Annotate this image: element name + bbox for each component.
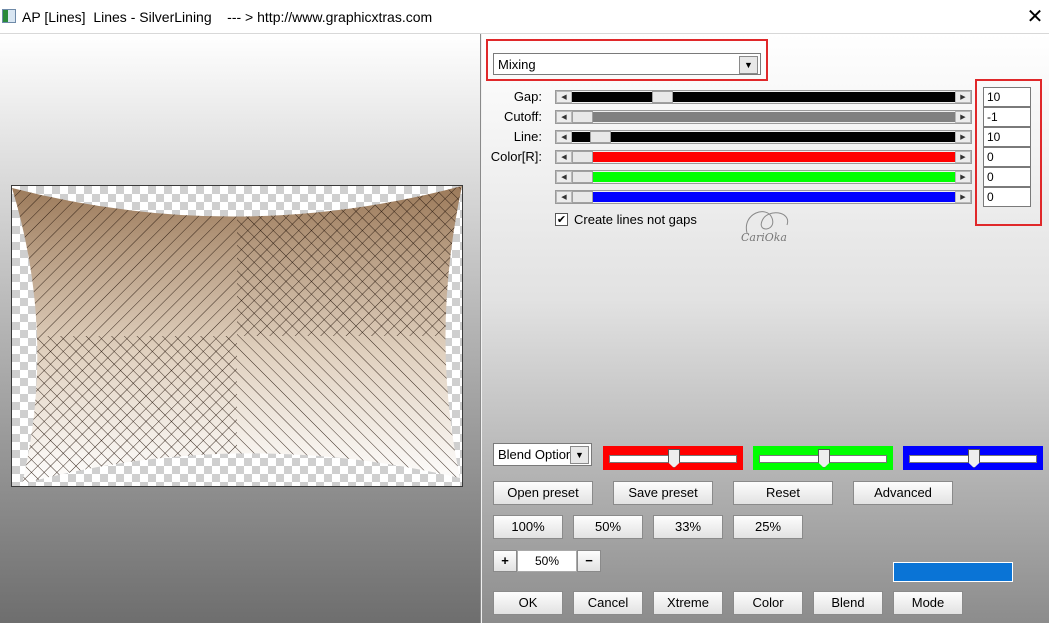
chevron-left-icon[interactable]: ◀	[556, 191, 572, 203]
color-swatch[interactable]	[893, 562, 1013, 582]
slider-label: Color[R]:	[490, 149, 542, 164]
chevron-left-icon[interactable]: ◀	[556, 111, 572, 123]
blend-color-slider[interactable]	[753, 446, 893, 470]
slider-bar[interactable]: ◀ ▶	[555, 150, 972, 164]
chevron-left-icon[interactable]: ◀	[556, 151, 572, 163]
advanced-button[interactable]: Advanced	[853, 481, 953, 505]
watermark-text: CariOka	[741, 231, 787, 244]
slider-thumb[interactable]	[590, 131, 611, 143]
watermark-signature: CariOka	[737, 203, 807, 251]
slider-track	[593, 172, 955, 182]
chevron-right-icon[interactable]: ▶	[955, 111, 971, 123]
slider-thumb[interactable]	[572, 111, 593, 123]
values-highlight	[975, 79, 1042, 226]
slider-track	[611, 132, 955, 142]
window-title: AP [Lines] Lines - SilverLining --- > ht…	[22, 9, 433, 25]
mode-dropdown-value: Mixing	[498, 57, 536, 72]
slider-track	[572, 132, 590, 142]
create-lines-checkbox[interactable]: ✔	[555, 213, 568, 226]
blend-button[interactable]: Blend	[813, 591, 883, 615]
slider-bar[interactable]: ◀ ▶	[555, 90, 972, 104]
zoom-100-button[interactable]: 100%	[493, 515, 563, 539]
slider-thumb[interactable]	[572, 171, 593, 183]
slider-bar[interactable]: ◀ ▶	[555, 110, 972, 124]
preview-image[interactable]	[11, 185, 463, 487]
save-preset-button[interactable]: Save preset	[613, 481, 713, 505]
zoom-33-button[interactable]: 33%	[653, 515, 723, 539]
chevron-down-icon[interactable]: ▼	[570, 446, 589, 464]
zoom-minus-button[interactable]: −	[577, 550, 601, 572]
reset-button[interactable]: Reset	[733, 481, 833, 505]
zoom-50-button[interactable]: 50%	[573, 515, 643, 539]
watermark-graphic: CariOka	[741, 211, 789, 244]
slider-label: Line:	[513, 129, 542, 144]
mode-dropdown[interactable]: Mixing ▼	[493, 53, 761, 75]
title-bar: AP [Lines] Lines - SilverLining --- > ht…	[0, 0, 1049, 34]
ok-button[interactable]: OK	[493, 591, 563, 615]
zoom-25-button[interactable]: 25%	[733, 515, 803, 539]
app-icon	[2, 9, 16, 23]
chevron-right-icon[interactable]: ▶	[955, 91, 971, 103]
chevron-left-icon[interactable]: ◀	[556, 131, 572, 143]
open-preset-button[interactable]: Open preset	[493, 481, 593, 505]
chevron-left-icon[interactable]: ◀	[556, 171, 572, 183]
slider-thumb[interactable]	[572, 191, 593, 203]
blend-color-slider[interactable]	[603, 446, 743, 470]
close-icon[interactable]: ✕	[1024, 6, 1046, 28]
slider-bar[interactable]: ◀ ▶	[555, 190, 972, 204]
chevron-right-icon[interactable]: ▶	[955, 131, 971, 143]
chevron-right-icon[interactable]: ▶	[955, 151, 971, 163]
blend-options-dropdown[interactable]: Blend Option ▼	[493, 443, 592, 466]
color-button[interactable]: Color	[733, 591, 803, 615]
blend-color-slider[interactable]	[903, 446, 1043, 470]
blend-options-value: Blend Option	[498, 447, 572, 462]
chevron-left-icon[interactable]: ◀	[556, 91, 572, 103]
slider-bar[interactable]: ◀ ▶	[555, 170, 972, 184]
chevron-right-icon[interactable]: ▶	[955, 191, 971, 203]
slider-thumb[interactable]	[652, 91, 673, 103]
create-lines-label: Create lines not gaps	[574, 212, 697, 227]
slider-thumb[interactable]	[968, 449, 980, 468]
slider-label: Gap:	[513, 89, 542, 104]
chevron-right-icon[interactable]: ▶	[955, 171, 971, 183]
slider-track	[673, 92, 955, 102]
slider-track	[572, 92, 652, 102]
slider-thumb[interactable]	[668, 449, 680, 468]
slider-track	[593, 152, 955, 162]
warped-lines-effect	[12, 186, 462, 484]
zoom-value[interactable]: 50%	[517, 550, 577, 572]
slider-thumb[interactable]	[572, 151, 593, 163]
slider-bar[interactable]: ◀ ▶	[555, 130, 972, 144]
xtreme-button[interactable]: Xtreme	[653, 591, 723, 615]
slider-track	[593, 112, 955, 122]
zoom-plus-button[interactable]: +	[493, 550, 517, 572]
slider-label: Cutoff:	[503, 109, 542, 124]
slider-thumb[interactable]	[818, 449, 830, 468]
preview-canvas	[12, 186, 462, 484]
chevron-down-icon[interactable]: ▼	[739, 56, 758, 74]
cancel-button[interactable]: Cancel	[573, 591, 643, 615]
mode-button[interactable]: Mode	[893, 591, 963, 615]
slider-track	[593, 192, 955, 202]
